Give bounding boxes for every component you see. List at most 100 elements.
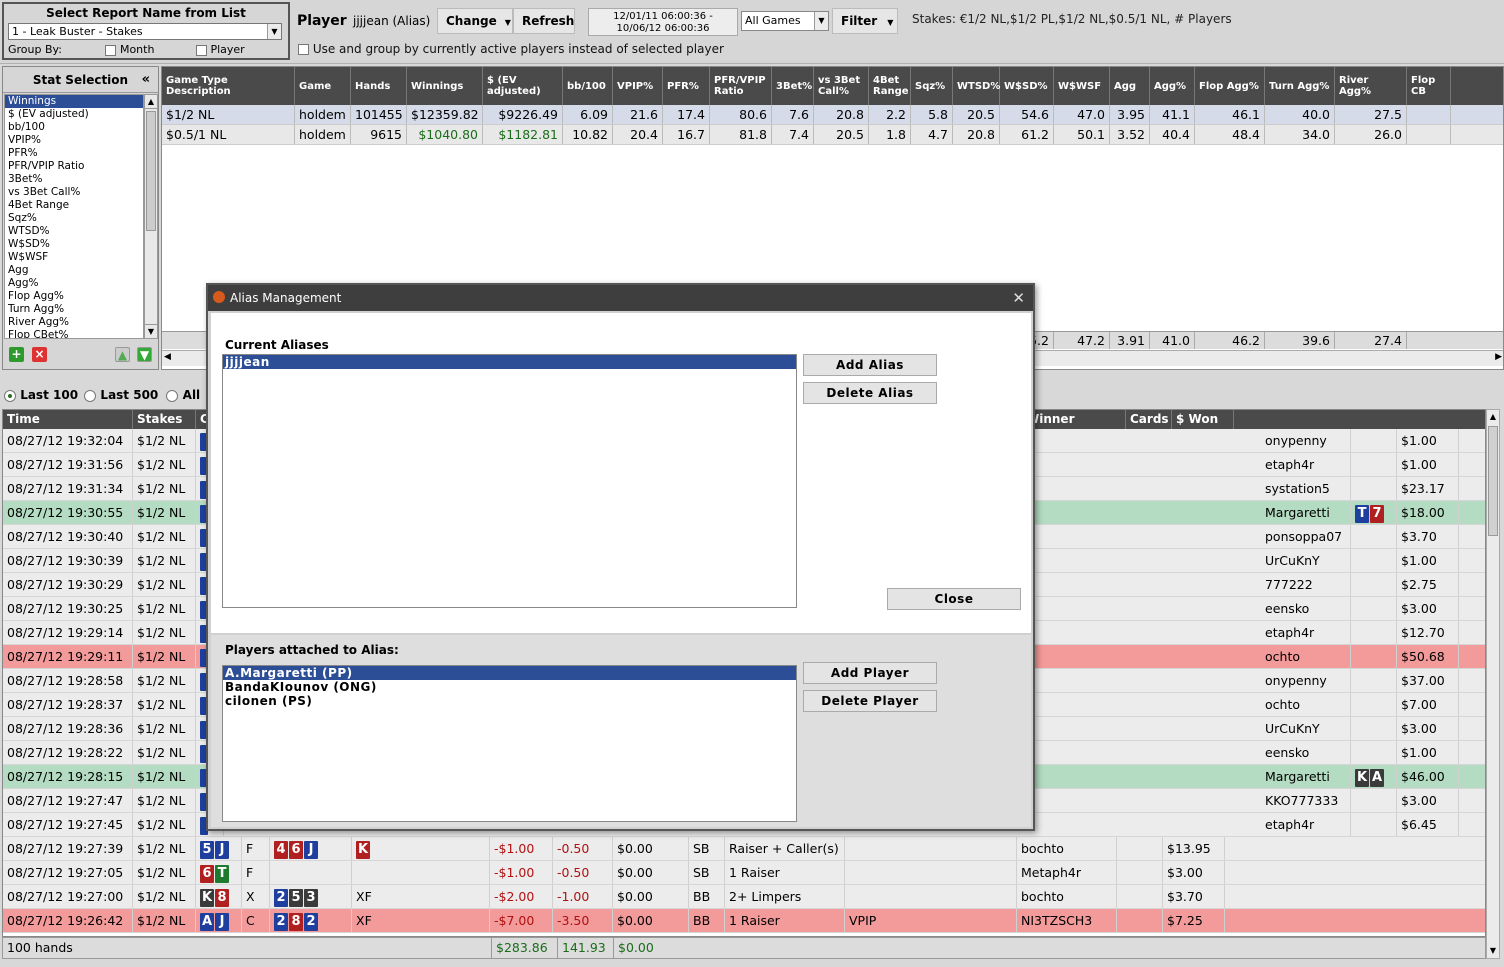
alias-list[interactable]: jjjjean (222, 354, 797, 608)
player-item[interactable]: BandaKIounov (ONG) (223, 680, 796, 694)
column-header[interactable]: PFR/VPIP Ratio (710, 67, 772, 105)
player-checkbox[interactable] (195, 44, 207, 56)
filter-button[interactable]: Filter ▼ (832, 8, 898, 34)
card: 2 (304, 912, 318, 931)
column-header[interactable]: vs 3Bet Call% (814, 67, 869, 105)
column-header[interactable]: Agg (1110, 67, 1150, 105)
column-header[interactable]: Game (295, 67, 351, 105)
date-range[interactable]: 12/01/11 06:00:36 -10/06/12 06:00:36 (588, 8, 738, 36)
column-header[interactable]: WTSD% (953, 67, 1000, 105)
column-header[interactable]: W$SD% (1000, 67, 1054, 105)
stat-item[interactable]: PFR% (5, 147, 143, 160)
report-dropdown[interactable]: 1 - Leak Buster - Stakes ▼ (8, 23, 282, 40)
column-header[interactable]: 3Bet% (772, 67, 814, 105)
stat-item[interactable]: VPIP% (5, 134, 143, 147)
add-alias-button[interactable]: Add Alias (803, 354, 937, 376)
column-header[interactable]: Time (3, 410, 133, 429)
stat-item[interactable]: bb/100 (5, 121, 143, 134)
table-row[interactable]: 08/27/12 19:27:39 $1/2 NL 5 J F 4 6 J K -$1.00 -0.… (3, 837, 1485, 861)
amount-won: $1.00 (1397, 429, 1459, 452)
stat-item[interactable]: Turn Agg% (5, 303, 143, 316)
column-header[interactable]: Stakes (133, 410, 196, 429)
column-header[interactable]: Agg% (1150, 67, 1195, 105)
last-100-radio[interactable] (4, 389, 16, 402)
alias-item[interactable]: jjjjean (223, 355, 796, 369)
last-500-radio[interactable] (84, 389, 97, 402)
scroll-thumb[interactable] (146, 111, 156, 231)
games-dropdown[interactable]: All Games ▼ (741, 11, 829, 31)
chevron-down-icon[interactable]: ▼ (267, 24, 281, 39)
stat-item[interactable]: W$SD% (5, 238, 143, 251)
winner-cards (1117, 909, 1163, 932)
stat-list[interactable]: Winnings $ (EV adjusted) bb/100 VPIP% PFR% PF… (4, 94, 144, 339)
close-button[interactable]: Close (887, 588, 1021, 610)
table-cell: 20.4 (613, 125, 663, 144)
stat-item[interactable]: 3Bet% (5, 173, 143, 186)
stat-item[interactable]: W$WSF (5, 251, 143, 264)
hands-vertical-scrollbar[interactable]: ▲ ▼ (1486, 409, 1500, 959)
table-row[interactable]: $1/2 NL holdem 101455 $12359.82 $9226.49 6.09… (162, 105, 1503, 125)
stat-item[interactable]: Sqz% (5, 212, 143, 225)
column-header[interactable]: $ Won (1172, 410, 1234, 429)
column-header[interactable]: $ (EV adjusted) (483, 67, 563, 105)
scroll-up-icon[interactable]: ▲ (145, 95, 157, 109)
column-header[interactable]: 4Bet Range (869, 67, 911, 105)
scroll-down-icon[interactable]: ▼ (1487, 944, 1499, 958)
stat-item[interactable]: Flop Agg% (5, 290, 143, 303)
add-player-button[interactable]: Add Player (803, 662, 937, 684)
column-header[interactable]: Flop Agg% (1195, 67, 1265, 105)
remove-stat-icon[interactable]: × (32, 347, 47, 362)
column-header[interactable]: Game Type Description (162, 67, 295, 105)
stat-item[interactable]: Winnings (5, 95, 143, 108)
column-header[interactable]: bb/100 (563, 67, 613, 105)
change-button[interactable]: Change ▼ (437, 8, 513, 34)
stat-item[interactable]: 4Bet Range (5, 199, 143, 212)
all-radio[interactable] (166, 389, 179, 402)
player-item[interactable]: cilonen (PS) (223, 694, 796, 708)
stat-item[interactable]: Agg (5, 264, 143, 277)
column-header[interactable]: Sqz% (911, 67, 953, 105)
refresh-button[interactable]: Refresh (513, 8, 575, 34)
move-up-icon[interactable]: ▲ (115, 347, 130, 362)
active-players-checkbox[interactable] (298, 44, 309, 55)
scroll-up-icon[interactable]: ▲ (1487, 410, 1499, 424)
chevron-down-icon[interactable]: ▼ (814, 12, 828, 30)
column-header[interactable]: Turn Agg% (1265, 67, 1335, 105)
player-item[interactable]: A.Margaretti (PP) (223, 666, 796, 680)
stat-item[interactable]: River Agg% (5, 316, 143, 329)
scroll-down-icon[interactable]: ▼ (145, 324, 157, 338)
stat-list-scrollbar[interactable]: ▲ ▼ (144, 94, 158, 339)
column-header[interactable]: PFR% (663, 67, 710, 105)
column-header[interactable]: W$WSF (1054, 67, 1110, 105)
column-header[interactable]: River Agg% (1335, 67, 1407, 105)
scroll-right-icon[interactable]: ▶ (1495, 352, 1502, 362)
delete-alias-button[interactable]: Delete Alias (803, 382, 937, 404)
table-row[interactable]: 08/27/12 19:27:00 $1/2 NL K 8 X 2 5 3 XF -$2.00 -1… (3, 885, 1485, 909)
column-header[interactable]: VPIP% (613, 67, 663, 105)
move-down-icon[interactable]: ▼ (137, 347, 152, 362)
scroll-thumb[interactable] (1488, 426, 1498, 536)
stat-item[interactable]: vs 3Bet Call% (5, 186, 143, 199)
flop-cards (270, 861, 352, 884)
close-icon[interactable]: ✕ (1012, 285, 1025, 311)
scroll-left-icon[interactable]: ◀ (164, 352, 171, 362)
column-header[interactable]: Winner (1022, 410, 1126, 429)
stat-item[interactable]: $ (EV adjusted) (5, 108, 143, 121)
table-row[interactable]: 08/27/12 19:26:42 $1/2 NL A J C 2 8 2 XF -$7.00 -3… (3, 909, 1485, 933)
delete-player-button[interactable]: Delete Player (803, 690, 937, 712)
attached-player-list[interactable]: A.Margaretti (PP) BandaKIounov (ONG) cilon… (222, 665, 797, 822)
table-row[interactable]: 08/27/12 19:27:05 $1/2 NL 6 T F -$1.00 -0.50 $0… (3, 861, 1485, 885)
stat-item[interactable]: Flop CBet% (5, 329, 143, 338)
add-stat-icon[interactable]: + (9, 347, 24, 362)
column-header[interactable]: Flop CB (1407, 67, 1451, 105)
stat-item[interactable]: PFR/VPIP Ratio (5, 160, 143, 173)
stat-item[interactable]: WTSD% (5, 225, 143, 238)
table-row[interactable]: $0.5/1 NL holdem 9615 $1040.80 $1182.81 10.82… (162, 125, 1503, 145)
column-header[interactable]: Winnings (407, 67, 483, 105)
month-checkbox[interactable] (105, 44, 117, 56)
ev-diff: $0.00 (613, 909, 689, 932)
column-header[interactable]: Hands (351, 67, 407, 105)
stat-item[interactable]: Agg% (5, 277, 143, 290)
column-header[interactable]: Cards (1126, 410, 1172, 429)
collapse-icon[interactable]: « (142, 67, 150, 93)
